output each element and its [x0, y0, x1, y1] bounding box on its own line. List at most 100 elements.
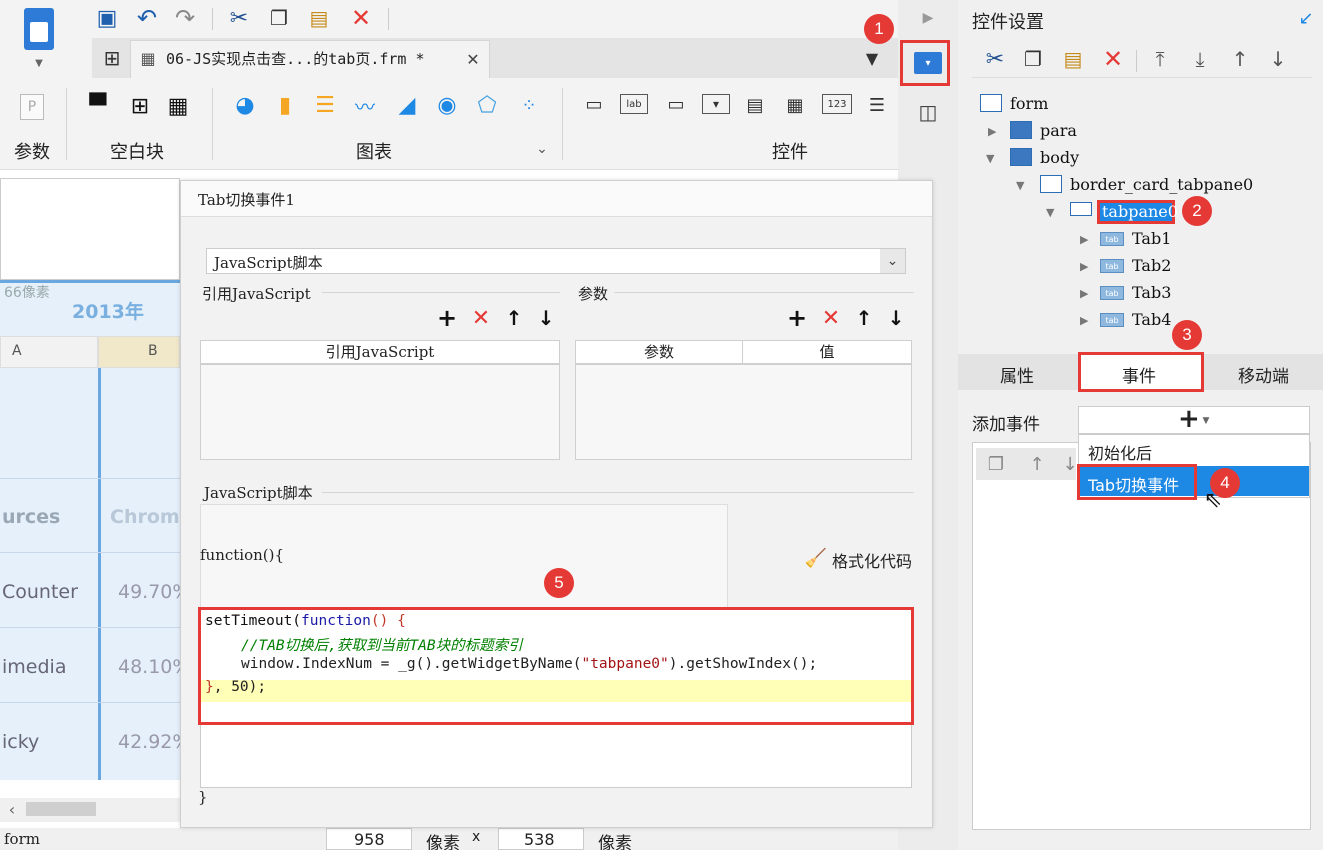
- resize-arrow-icon[interactable]: ↙: [1296, 8, 1316, 29]
- tab-properties[interactable]: 属性: [1000, 362, 1034, 387]
- tree-node-body[interactable]: body: [1040, 148, 1079, 167]
- expand-arrow-icon[interactable]: ▶: [1080, 233, 1088, 246]
- tab-node-icon: tab: [1100, 313, 1124, 327]
- bar-chart-icon[interactable]: ▮: [272, 92, 298, 118]
- radar-chart-icon[interactable]: ⬠: [474, 92, 500, 118]
- date-widget-icon[interactable]: ▦: [782, 92, 808, 118]
- ref-js-column-label: 引用JavaScript: [325, 343, 435, 361]
- number-widget-icon[interactable]: 123: [822, 94, 852, 114]
- copy-event-icon[interactable]: ❐: [984, 452, 1008, 476]
- params-list[interactable]: [575, 364, 912, 460]
- move-down-icon[interactable]: ↓: [1266, 46, 1290, 72]
- tab-node-icon: tab: [1100, 259, 1124, 273]
- tree-node-form[interactable]: form: [1010, 94, 1048, 113]
- table-block-icon[interactable]: ▦: [166, 94, 190, 119]
- sheet-body: [0, 368, 180, 780]
- save-icon[interactable]: ▣: [94, 5, 120, 31]
- expand-arrow-icon[interactable]: ▶: [1080, 287, 1088, 300]
- scatter-chart-icon[interactable]: ⁘: [516, 92, 542, 118]
- chevron-down-icon[interactable]: ▼: [1200, 414, 1212, 428]
- expand-arrow-icon[interactable]: ▶: [1080, 260, 1088, 273]
- collapse-arrow-icon[interactable]: ▼: [986, 152, 994, 165]
- para-node-icon: [1010, 121, 1032, 139]
- app-logo-page: [30, 22, 48, 42]
- undo-icon[interactable]: ↶: [134, 4, 160, 32]
- line-chart-icon[interactable]: 〰: [352, 92, 378, 119]
- move-top-icon[interactable]: ⤒: [1148, 46, 1172, 72]
- delete-icon[interactable]: ✕: [1100, 45, 1126, 73]
- delete-icon[interactable]: ✕: [348, 4, 374, 32]
- move-up-icon[interactable]: ↑: [1026, 452, 1048, 476]
- tree-node-tab2[interactable]: Tab2: [1132, 256, 1171, 275]
- redo-icon[interactable]: ↷: [172, 4, 198, 32]
- move-up-icon[interactable]: ↑: [1228, 46, 1252, 72]
- chevron-down-icon[interactable]: ⌄: [880, 249, 905, 273]
- dropdown-widget-icon[interactable]: ▾: [702, 94, 730, 114]
- scroll-left-icon[interactable]: ‹: [4, 800, 20, 819]
- horizontal-bar-icon[interactable]: ☰: [312, 92, 338, 118]
- copy-icon[interactable]: ❐: [266, 5, 292, 31]
- grid-view-icon[interactable]: ⊞: [100, 46, 124, 70]
- textbox-widget-icon[interactable]: ▭: [580, 94, 608, 115]
- move-bottom-icon[interactable]: ⤓: [1188, 46, 1212, 72]
- document-tab-title[interactable]: 06-JS实现点击查...的tab页.frm *: [166, 48, 425, 69]
- parameter-icon[interactable]: P: [20, 94, 44, 120]
- divider: [212, 88, 213, 160]
- paste-icon[interactable]: ▤: [306, 5, 332, 31]
- expand-arrow-icon[interactable]: ▶: [988, 125, 996, 138]
- button-widget-icon[interactable]: ▭: [662, 94, 690, 115]
- add-icon[interactable]: +: [786, 304, 808, 332]
- tree-node-tab4[interactable]: Tab4: [1132, 310, 1171, 329]
- delete-icon[interactable]: ✕: [470, 306, 492, 331]
- format-code-button[interactable]: 格式化代码: [832, 548, 912, 572]
- gauge-chart-icon[interactable]: ◉: [434, 92, 460, 118]
- tab-menu-icon[interactable]: ▼: [862, 48, 882, 68]
- tab-mobile[interactable]: 移动端: [1238, 362, 1289, 387]
- broom-icon[interactable]: 🧹: [804, 546, 828, 570]
- px-label: 像素: [426, 834, 460, 850]
- callout-badge-5: 5: [544, 568, 574, 598]
- checkbox-list-widget-icon[interactable]: ▤: [742, 92, 768, 118]
- tree-node-tab1[interactable]: Tab1: [1132, 229, 1171, 248]
- delete-icon[interactable]: ✕: [820, 306, 842, 331]
- collapse-arrow-icon[interactable]: ▼: [1046, 206, 1054, 219]
- move-down-icon[interactable]: ↓: [886, 306, 906, 330]
- split-block-icon[interactable]: ⊞: [128, 94, 152, 119]
- divider: [388, 8, 389, 30]
- chevron-down-icon[interactable]: ⌄: [532, 140, 552, 158]
- close-tab-icon[interactable]: ✕: [464, 50, 482, 69]
- canvas-white-area: [0, 178, 180, 280]
- section-rule: [614, 292, 914, 293]
- cut-icon[interactable]: ✂: [226, 5, 252, 31]
- ref-js-list[interactable]: [200, 364, 560, 460]
- copy-icon[interactable]: ❐: [1020, 46, 1046, 72]
- menu-item-after-init[interactable]: 初始化后: [1088, 440, 1152, 464]
- move-down-icon[interactable]: ↓: [536, 306, 556, 330]
- pie-chart-icon[interactable]: ◕: [232, 92, 258, 118]
- move-down-icon[interactable]: ↓: [1062, 452, 1078, 476]
- area-chart-icon[interactable]: ◢: [394, 92, 420, 118]
- callout-box-3: [1078, 352, 1204, 392]
- add-event-plus[interactable]: +: [1178, 404, 1200, 434]
- panel-title: 控件设置: [972, 12, 1044, 33]
- label-widget-icon[interactable]: lab: [620, 94, 648, 114]
- tree-node-tabpane0[interactable]: tabpane0: [1102, 202, 1178, 221]
- chevron-down-icon[interactable]: ▼: [32, 56, 46, 70]
- move-up-icon[interactable]: ↑: [504, 306, 524, 330]
- block-icon[interactable]: ▀: [86, 94, 110, 119]
- tree-node-tab3[interactable]: Tab3: [1132, 283, 1171, 302]
- collapse-arrow-icon[interactable]: ▶: [918, 8, 938, 28]
- collapse-arrow-icon[interactable]: ▼: [1016, 179, 1024, 192]
- move-up-icon[interactable]: ↑: [854, 306, 874, 330]
- cut-icon[interactable]: ✂: [982, 46, 1008, 72]
- layout-panel-icon[interactable]: ◫: [914, 100, 942, 124]
- add-icon[interactable]: +: [436, 304, 458, 332]
- px-label: 像素: [598, 834, 632, 850]
- text-area-widget-icon[interactable]: ☰: [864, 92, 890, 118]
- scrollbar-thumb[interactable]: [26, 802, 96, 816]
- paste-icon[interactable]: ▤: [1060, 46, 1086, 72]
- tree-node-border-card-tabpane0[interactable]: border_card_tabpane0: [1070, 175, 1253, 194]
- tree-node-para[interactable]: para: [1040, 121, 1077, 140]
- expand-arrow-icon[interactable]: ▶: [1080, 314, 1088, 327]
- divider: [212, 8, 213, 30]
